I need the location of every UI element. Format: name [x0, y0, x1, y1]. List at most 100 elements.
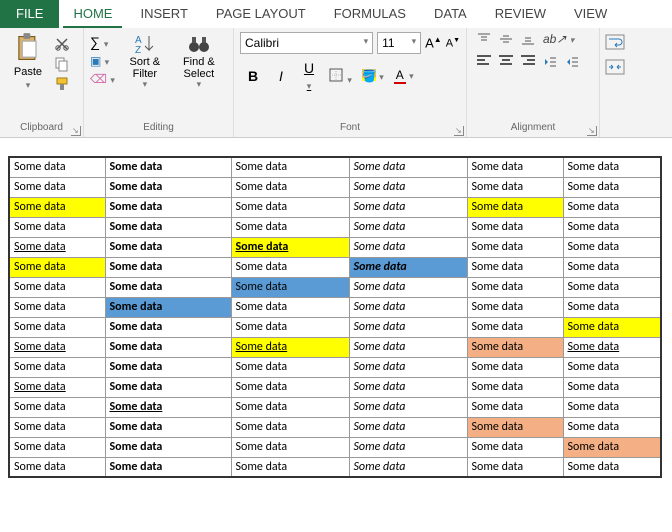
cell[interactable]: Some data — [467, 157, 563, 177]
cell[interactable]: Some data — [349, 177, 467, 197]
cell[interactable]: Some data — [9, 277, 105, 297]
cell[interactable]: Some data — [349, 277, 467, 297]
borders-button[interactable]: ▾ — [328, 67, 352, 86]
cell[interactable]: Some data — [467, 177, 563, 197]
orientation-icon[interactable]: ab↗ ▾ — [543, 32, 574, 49]
tab-formulas[interactable]: FORMULAS — [320, 0, 420, 28]
cell[interactable]: Some data — [349, 437, 467, 457]
align-left-icon[interactable] — [477, 55, 491, 72]
cell[interactable]: Some data — [563, 337, 661, 357]
fill-icon[interactable]: ▣ ▾ — [90, 54, 115, 68]
cell[interactable]: Some data — [9, 217, 105, 237]
cell[interactable]: Some data — [231, 217, 349, 237]
cell[interactable]: Some data — [9, 417, 105, 437]
font-launcher[interactable] — [454, 126, 464, 136]
format-painter-icon[interactable] — [54, 76, 70, 92]
cell[interactable]: Some data — [349, 397, 467, 417]
italic-button[interactable]: I — [272, 68, 290, 84]
increase-indent-icon[interactable] — [565, 55, 579, 72]
cell[interactable]: Some data — [9, 257, 105, 277]
cell[interactable]: Some data — [563, 437, 661, 457]
cell[interactable]: Some data — [105, 177, 231, 197]
cell[interactable]: Some data — [9, 357, 105, 377]
cell[interactable]: Some data — [467, 217, 563, 237]
align-middle-icon[interactable] — [499, 32, 513, 49]
cell[interactable]: Some data — [563, 297, 661, 317]
font-size-select[interactable]: 11▾ — [377, 32, 421, 54]
cell[interactable]: Some data — [563, 197, 661, 217]
cell[interactable]: Some data — [9, 197, 105, 217]
fill-color-button[interactable]: 🪣 ▾ — [362, 69, 384, 83]
align-right-icon[interactable] — [521, 55, 535, 72]
cell[interactable]: Some data — [467, 377, 563, 397]
spreadsheet-grid[interactable]: Some dataSome dataSome dataSome dataSome… — [8, 156, 662, 478]
cell[interactable]: Some data — [9, 237, 105, 257]
copy-icon[interactable] — [54, 56, 70, 72]
cell[interactable]: Some data — [231, 397, 349, 417]
cell[interactable]: Some data — [467, 297, 563, 317]
cell[interactable]: Some data — [563, 257, 661, 277]
cell[interactable]: Some data — [467, 317, 563, 337]
cut-icon[interactable] — [54, 36, 70, 52]
cell[interactable]: Some data — [231, 337, 349, 357]
clipboard-launcher[interactable] — [71, 126, 81, 136]
cell[interactable]: Some data — [467, 337, 563, 357]
cell[interactable]: Some data — [349, 257, 467, 277]
cell[interactable]: Some data — [105, 357, 231, 377]
cell[interactable]: Some data — [563, 177, 661, 197]
align-top-icon[interactable] — [477, 32, 491, 49]
tab-page-layout[interactable]: PAGE LAYOUT — [202, 0, 320, 28]
cell[interactable]: Some data — [105, 297, 231, 317]
cell[interactable]: Some data — [105, 317, 231, 337]
cell[interactable]: Some data — [349, 237, 467, 257]
cell[interactable]: Some data — [467, 257, 563, 277]
paste-button[interactable]: Paste ▾ — [6, 32, 50, 108]
cell[interactable]: Some data — [9, 157, 105, 177]
cell[interactable]: Some data — [105, 397, 231, 417]
cell[interactable]: Some data — [9, 397, 105, 417]
cell[interactable]: Some data — [231, 197, 349, 217]
cell[interactable]: Some data — [231, 417, 349, 437]
cell[interactable]: Some data — [349, 377, 467, 397]
find-select-button[interactable]: Find & Select▾ — [175, 32, 223, 108]
cell[interactable]: Some data — [563, 377, 661, 397]
cell[interactable]: Some data — [231, 457, 349, 477]
cell[interactable]: Some data — [467, 417, 563, 437]
cell[interactable]: Some data — [105, 157, 231, 177]
increase-font-icon[interactable]: A▲ — [425, 35, 442, 50]
cell[interactable]: Some data — [349, 417, 467, 437]
align-center-icon[interactable] — [499, 55, 513, 72]
cell[interactable]: Some data — [349, 457, 467, 477]
decrease-indent-icon[interactable] — [543, 55, 557, 72]
cell[interactable]: Some data — [9, 377, 105, 397]
cell[interactable]: Some data — [563, 277, 661, 297]
cell[interactable]: Some data — [231, 317, 349, 337]
clear-icon[interactable]: ⌫ ▾ — [90, 72, 115, 86]
cell[interactable]: Some data — [563, 417, 661, 437]
cell[interactable]: Some data — [105, 377, 231, 397]
cell[interactable]: Some data — [467, 357, 563, 377]
tab-data[interactable]: DATA — [420, 0, 481, 28]
cell[interactable]: Some data — [9, 337, 105, 357]
cell[interactable]: Some data — [231, 437, 349, 457]
cell[interactable]: Some data — [9, 177, 105, 197]
tab-home[interactable]: HOME — [59, 0, 126, 28]
tab-review[interactable]: REVIEW — [481, 0, 560, 28]
cell[interactable]: Some data — [467, 197, 563, 217]
cell[interactable]: Some data — [231, 177, 349, 197]
cell[interactable]: Some data — [105, 417, 231, 437]
cell[interactable]: Some data — [9, 457, 105, 477]
cell[interactable]: Some data — [9, 317, 105, 337]
cell[interactable]: Some data — [105, 257, 231, 277]
cell[interactable]: Some data — [105, 197, 231, 217]
cell[interactable]: Some data — [105, 457, 231, 477]
align-bottom-icon[interactable] — [521, 32, 535, 49]
merge-center-icon[interactable] — [605, 59, 625, 78]
cell[interactable]: Some data — [467, 237, 563, 257]
underline-button[interactable]: U ▾ — [300, 60, 318, 92]
cell[interactable]: Some data — [231, 277, 349, 297]
cell[interactable]: Some data — [105, 217, 231, 237]
cell[interactable]: Some data — [467, 457, 563, 477]
cell[interactable]: Some data — [105, 277, 231, 297]
cell[interactable]: Some data — [563, 317, 661, 337]
